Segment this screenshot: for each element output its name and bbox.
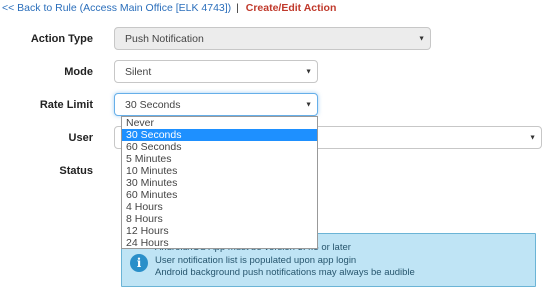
chevron-down-icon: ▼	[305, 101, 312, 108]
rate-limit-option[interactable]: 24 Hours	[122, 237, 317, 249]
page-title: Create/Edit Action	[245, 2, 337, 14]
rate-limit-option[interactable]: 60 Seconds	[122, 141, 317, 153]
back-to-rule-link[interactable]: << Back to Rule (Access Main Office [ELK…	[2, 2, 231, 14]
rate-limit-option[interactable]: 8 Hours	[122, 213, 317, 225]
rate-limit-option[interactable]: 30 Seconds	[122, 129, 317, 141]
action-type-label: Action Type	[30, 33, 93, 45]
rate-limit-label: Rate Limit	[39, 99, 93, 111]
rate-limit-option[interactable]: 12 Hours	[122, 225, 317, 237]
rate-limit-option[interactable]: 30 Minutes	[122, 177, 317, 189]
rate-limit-value: 30 Seconds	[125, 98, 181, 111]
mode-select[interactable]: Silent ▼	[114, 60, 318, 83]
breadcrumb-separator: |	[236, 2, 239, 14]
action-type-value: Push Notification	[125, 32, 204, 45]
mode-value: Silent	[125, 65, 152, 78]
chevron-down-icon: ▼	[529, 134, 536, 141]
rate-limit-options-list[interactable]: Never 30 Seconds 60 Seconds 5 Minutes 10 Min…	[121, 116, 318, 249]
info-icon: i	[130, 254, 148, 272]
rate-limit-option[interactable]: 4 Hours	[122, 201, 317, 213]
breadcrumb: << Back to Rule (Access Main Office [ELK…	[2, 2, 336, 14]
chevron-down-icon: ▼	[305, 68, 312, 75]
info-line: User notification list is populated upon…	[155, 255, 357, 266]
rate-limit-option[interactable]: 5 Minutes	[122, 153, 317, 165]
rate-limit-option[interactable]: Never	[122, 117, 317, 129]
rate-limit-option[interactable]: 10 Minutes	[122, 165, 317, 177]
info-line: Android background push notifications ma…	[155, 267, 415, 278]
chevron-down-icon: ▼	[418, 35, 425, 42]
action-type-select[interactable]: Push Notification ▼	[114, 27, 431, 50]
mode-label: Mode	[64, 66, 93, 78]
status-label: Status	[59, 165, 93, 177]
rate-limit-option[interactable]: 60 Minutes	[122, 189, 317, 201]
rate-limit-select[interactable]: 30 Seconds ▼	[114, 93, 318, 116]
user-label: User	[68, 132, 93, 144]
